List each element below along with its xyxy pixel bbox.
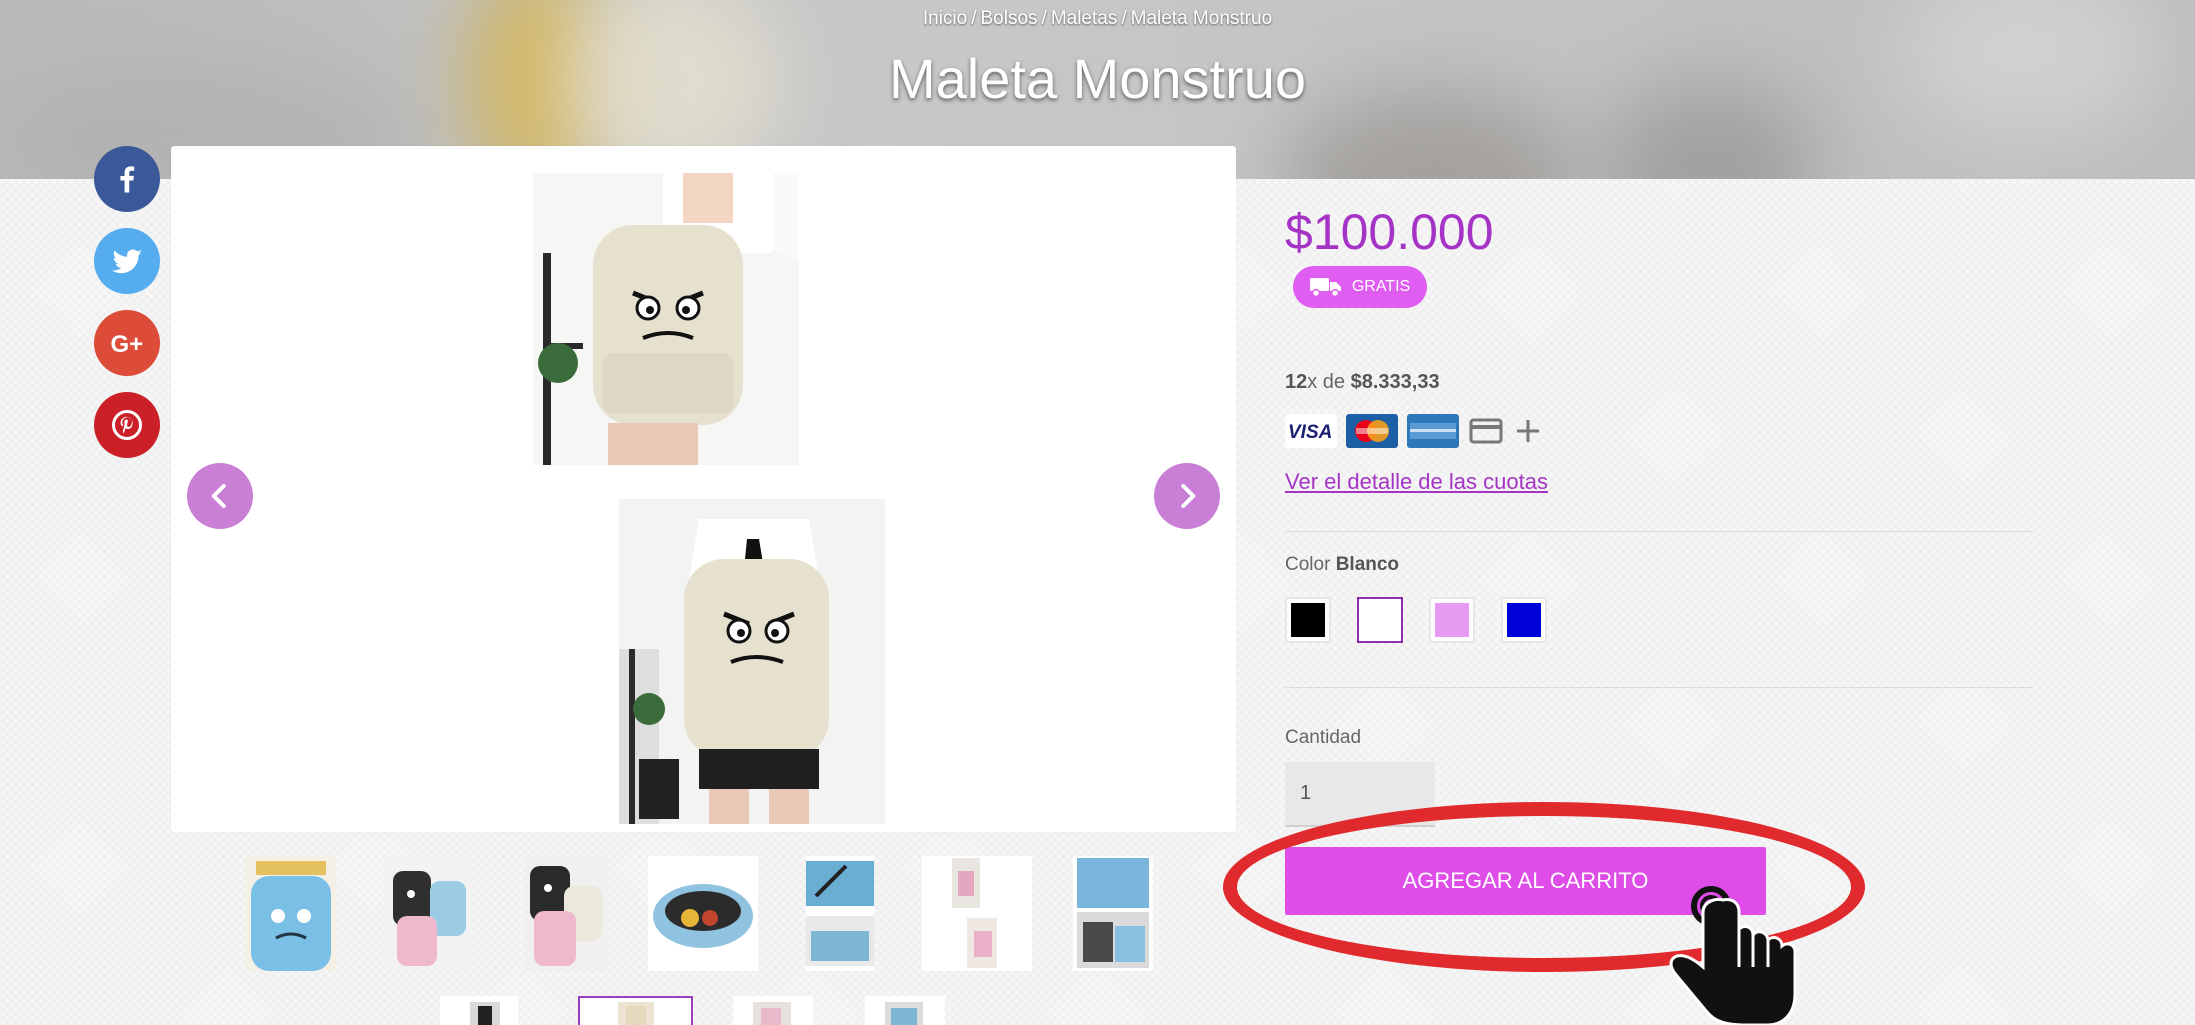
thumbnail-6[interactable]: [922, 856, 1032, 971]
thumbnail-3[interactable]: [524, 856, 608, 971]
amex-icon: [1407, 414, 1459, 448]
divider: [1285, 531, 2033, 532]
gallery-prev-button[interactable]: [187, 463, 253, 529]
product-price: $100.000: [1285, 204, 1494, 260]
thumbnail-2[interactable]: [385, 856, 471, 971]
installments-connector: x de: [1307, 371, 1346, 393]
facebook-icon: [120, 166, 135, 193]
thumbnail-5[interactable]: [806, 856, 874, 971]
thumbnail-11[interactable]: [865, 996, 945, 1025]
truck-icon: [1309, 278, 1341, 298]
installments-amount: $8.333,33: [1350, 371, 1440, 393]
share-twitter-button[interactable]: [94, 228, 160, 294]
chevron-right-icon: [1181, 484, 1196, 508]
svg-text:G+: G+: [111, 331, 144, 358]
credit-card-icon: [1468, 414, 1504, 448]
divider: [1285, 687, 2033, 688]
pinterest-icon: [112, 410, 142, 440]
color-swatch-azul[interactable]: [1501, 597, 1547, 643]
thumbnail-9-active[interactable]: [578, 996, 693, 1025]
free-shipping-label: GRATIS: [1351, 278, 1411, 295]
quantity-input[interactable]: [1285, 762, 1435, 827]
thumbnail-10[interactable]: [733, 996, 813, 1025]
quantity-label: Cantidad: [1285, 727, 1362, 748]
chevron-left-icon: [211, 484, 226, 508]
breadcrumb-home[interactable]: Inicio: [923, 8, 967, 30]
product-gallery: [171, 146, 1236, 832]
mastercard-icon: [1346, 414, 1398, 448]
color-label: Color Blanco: [1285, 554, 1400, 575]
breadcrumb: Inicio / Bolsos / Maletas / Maleta Monstruo: [922, 8, 1273, 30]
svg-text:VISA: VISA: [1288, 422, 1332, 443]
thumbnail-8[interactable]: [440, 996, 518, 1025]
thumbnail-4[interactable]: [648, 856, 758, 971]
product-photo-main: [533, 173, 799, 465]
color-swatch-rosa[interactable]: [1429, 597, 1475, 643]
thumbnail-7[interactable]: [1073, 856, 1153, 971]
google-plus-icon: G+: [111, 331, 144, 358]
installments-count: 12: [1285, 371, 1308, 393]
color-swatch-negro[interactable]: [1285, 597, 1331, 643]
color-swatch-blanco[interactable]: [1357, 597, 1403, 643]
installments-detail-link[interactable]: Ver el detalle de las cuotas: [1285, 469, 1548, 495]
free-shipping-badge: GRATIS: [1293, 266, 1427, 308]
installments-info: 12x de $8.333,33: [1285, 371, 1440, 394]
breadcrumb-current: Maleta Monstruo: [1130, 8, 1273, 29]
selected-color-name: Blanco: [1335, 554, 1400, 575]
twitter-icon: [112, 249, 142, 274]
gallery-next-button[interactable]: [1154, 463, 1220, 529]
page-title: Maleta Monstruo: [888, 47, 1307, 110]
breadcrumb-maletas[interactable]: Maletas: [1051, 8, 1118, 30]
plus-icon: [1513, 414, 1543, 448]
visa-icon: VISA: [1285, 414, 1337, 448]
add-to-cart-button[interactable]: AGREGAR AL CARRITO: [1285, 847, 1766, 915]
share-facebook-button[interactable]: [94, 146, 160, 212]
share-pinterest-button[interactable]: [94, 392, 160, 458]
product-photo-secondary: [619, 499, 885, 824]
breadcrumb-bolsos[interactable]: Bolsos: [981, 8, 1038, 30]
thumbnail-1[interactable]: [246, 856, 336, 971]
payment-methods: VISA: [1285, 414, 1543, 448]
share-google-plus-button[interactable]: G+: [94, 310, 160, 376]
